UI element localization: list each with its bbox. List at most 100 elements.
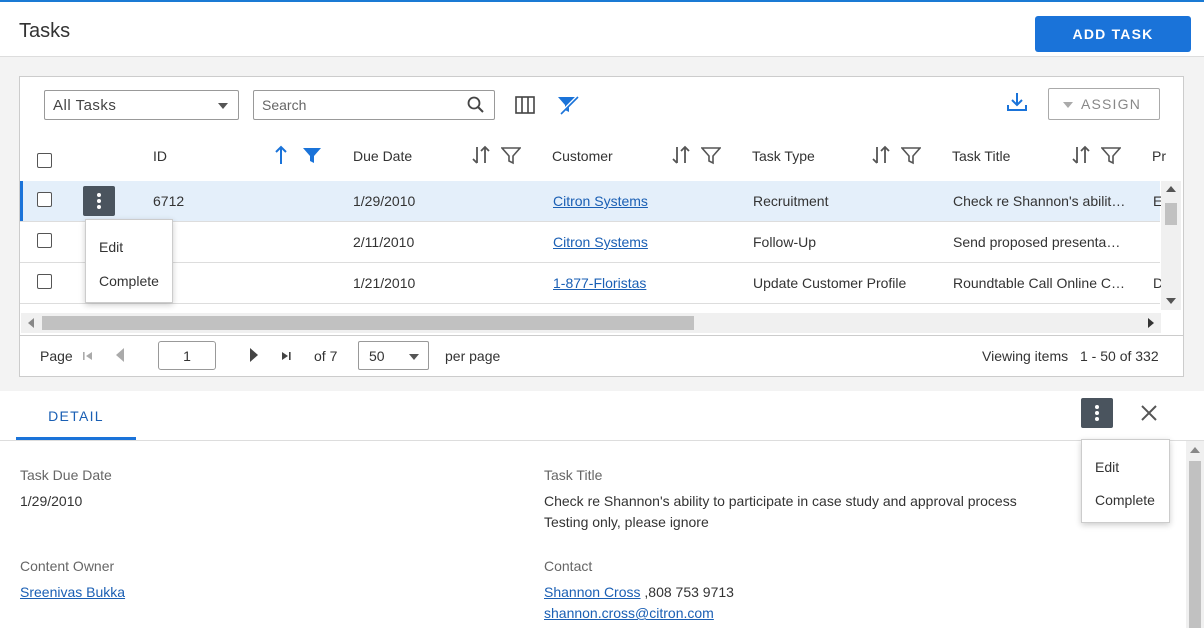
cell-task-title: Roundtable Call Online C… [953,275,1125,291]
task-title-value: Check re Shannon's ability to participat… [544,493,1017,509]
row-actions-kebab-icon[interactable] [83,186,115,216]
column-header-task-title[interactable]: Task Title [952,148,1010,164]
per-page-select[interactable]: 50 [358,341,429,370]
table-row[interactable]: 6712 1/29/2010 Citron Systems Recruitmen… [20,181,1162,222]
viewing-items-range: 1 - 50 of 332 [1080,348,1159,364]
task-filter-value: All Tasks [53,97,117,114]
detail-tab-bar: DETAIL [0,392,1204,441]
scroll-right-arrow-icon[interactable] [1147,318,1155,328]
detail-actions-kebab-icon[interactable] [1081,398,1113,428]
column-header-due-date[interactable]: Due Date [353,148,412,164]
horizontal-scroll-thumb[interactable] [42,316,694,330]
download-icon[interactable] [1005,90,1029,114]
sort-icon[interactable] [471,145,491,165]
vertical-scroll-thumb[interactable] [1165,203,1177,225]
next-page-icon[interactable] [249,348,259,362]
grid-horizontal-scrollbar[interactable] [21,313,1161,333]
task-title-label: Task Title [544,467,603,483]
cell-task-title: Check re Shannon's abilit… [953,193,1126,209]
task-due-date-value: 1/29/2010 [20,493,83,509]
assign-label: ASSIGN [1080,96,1142,112]
cell-task-type: Recruitment [753,193,829,209]
column-header-task-type[interactable]: Task Type [752,148,815,164]
selected-row-indicator [20,181,23,221]
sort-asc-icon[interactable] [274,145,288,165]
last-page-icon[interactable] [281,351,291,361]
contact-line: Shannon Cross ,808 753 9713 [544,584,734,600]
content-owner-label: Content Owner [20,558,115,574]
detail-actions-menu: Edit Complete [1081,439,1170,523]
filter-icon[interactable] [1101,145,1121,165]
table-row[interactable]: 13 2/11/2010 Citron Systems Follow-Up Se… [20,222,1160,263]
per-page-value: 50 [369,348,385,364]
per-page-label: per page [445,348,501,364]
task-due-date-label: Task Due Date [20,467,112,483]
page-header: Tasks ADD TASK [0,2,1204,57]
previous-page-icon[interactable] [115,348,125,362]
scroll-up-arrow-icon[interactable] [1190,446,1200,454]
scroll-down-arrow-icon[interactable] [1166,297,1176,305]
contact-name-link[interactable]: Shannon Cross [544,584,641,600]
contact-email-link[interactable]: shannon.cross@citron.com [544,605,714,621]
cell-task-type: Follow-Up [753,234,817,250]
cell-due-date: 1/21/2010 [353,275,416,291]
cell-task-title: Send proposed presenta… [953,234,1121,250]
content-owner-link[interactable]: Sreenivas Bukka [20,584,125,600]
contact-phone: ,808 753 9713 [640,584,734,600]
search-input[interactable] [253,90,495,120]
select-all-checkbox[interactable] [37,153,52,168]
cell-task-type: Update Customer Profile [753,275,907,291]
filter-icon[interactable] [302,145,322,165]
cell-due-date: 2/11/2010 [353,234,415,250]
page-count: of 7 [314,348,338,364]
detail-scroll-thumb[interactable] [1189,461,1201,628]
task-filter-dropdown[interactable]: All Tasks [44,90,239,120]
search-icon[interactable] [467,96,485,114]
chevron-down-icon [218,103,228,109]
column-header-customer[interactable]: Customer [552,148,613,164]
page-title: Tasks [19,20,71,42]
chevron-down-icon [1063,102,1073,108]
filter-icon[interactable] [701,145,721,165]
cell-customer-link[interactable]: Citron Systems [553,193,648,209]
column-header-id[interactable]: ID [153,148,167,164]
table-row[interactable]: 17 1/21/2010 1-877-Floristas Update Cust… [20,263,1163,304]
detail-vertical-scrollbar[interactable] [1186,441,1204,628]
close-icon[interactable] [1140,404,1158,422]
tab-detail[interactable]: DETAIL [16,392,136,440]
sort-icon[interactable] [671,145,691,165]
chevron-down-icon [409,354,419,360]
row-actions-menu: Edit Complete [85,219,173,303]
page-label: Page [40,348,73,364]
menu-item-complete[interactable]: Complete [99,273,159,289]
assign-button[interactable]: ASSIGN [1048,88,1160,120]
cell-customer-link[interactable]: 1-877-Floristas [553,275,646,291]
menu-item-complete[interactable]: Complete [1095,492,1155,508]
row-checkbox[interactable] [37,233,52,248]
menu-item-edit[interactable]: Edit [1095,459,1119,475]
row-checkbox[interactable] [37,192,52,207]
add-task-button[interactable]: ADD TASK [1035,16,1191,52]
menu-item-edit[interactable]: Edit [99,239,123,255]
grid-pager: Page 1 of 7 50 per page Viewing items 1 … [20,335,1183,377]
filter-icon[interactable] [501,145,521,165]
filter-icon[interactable] [901,145,921,165]
row-checkbox[interactable] [37,274,52,289]
task-title-note: Testing only, please ignore [544,514,709,530]
clear-filter-icon[interactable] [557,95,579,115]
sort-icon[interactable] [871,145,891,165]
task-grid-panel: All Tasks ASSIGN ID Due Date Customer [19,76,1184,377]
viewing-items-label: Viewing items [982,348,1069,364]
contact-label: Contact [544,558,593,574]
scroll-left-arrow-icon[interactable] [27,318,35,328]
column-header-partial[interactable]: Pr [1152,148,1166,164]
cell-id: 6712 [153,193,185,209]
sort-icon[interactable] [1071,145,1091,165]
first-page-icon[interactable] [83,351,93,361]
scroll-up-arrow-icon[interactable] [1166,185,1176,193]
columns-icon[interactable] [515,96,535,114]
page-number-input[interactable]: 1 [158,341,216,370]
cell-customer-link[interactable]: Citron Systems [553,234,648,250]
grid-vertical-scrollbar[interactable] [1161,181,1181,310]
cell-due-date: 1/29/2010 [353,193,416,209]
